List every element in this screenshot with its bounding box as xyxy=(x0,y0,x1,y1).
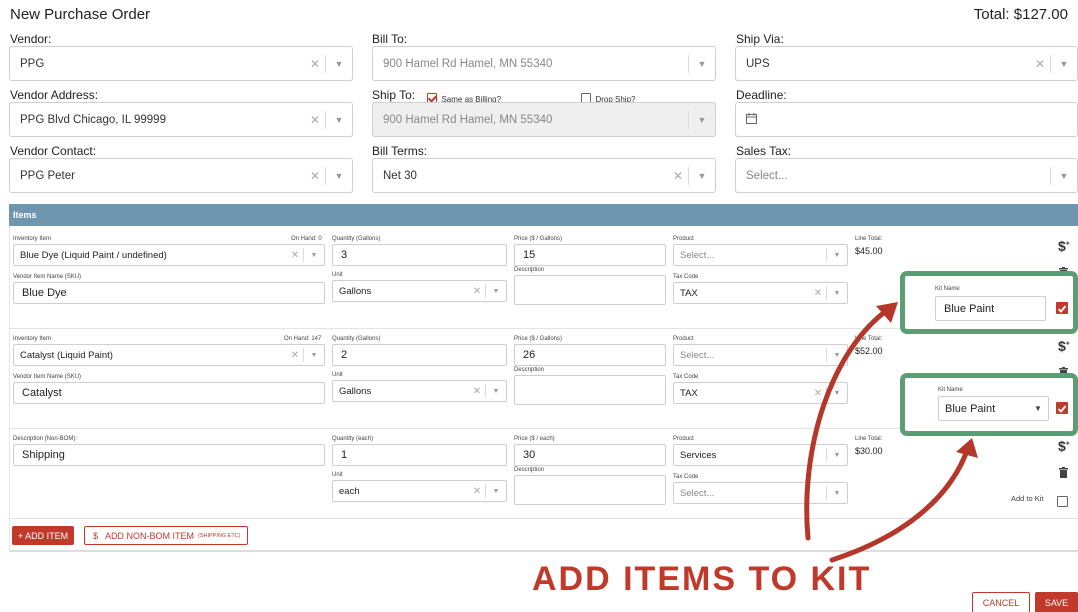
clear-icon[interactable]: ✕ xyxy=(305,57,325,71)
dollar-icon[interactable]: $+ xyxy=(1058,438,1070,454)
clear-icon[interactable]: ✕ xyxy=(469,386,485,397)
sales-tax-select[interactable]: Select... ▼ xyxy=(735,158,1078,193)
add-to-kit-label: Add to Kit xyxy=(1011,494,1044,503)
arrow-line xyxy=(829,445,971,563)
on-hand-count: On Hand: 0 xyxy=(291,236,322,242)
ship-to-select: 900 Hamel Rd Hamel, MN 55340 ▼ xyxy=(372,102,716,137)
bill-terms-select[interactable]: Net 30 ✕ ▼ xyxy=(372,158,716,193)
clear-icon[interactable]: ✕ xyxy=(668,169,688,183)
deadline-label: Deadline: xyxy=(736,88,787,102)
quantity-input[interactable]: 2 xyxy=(332,344,507,366)
on-hand-count: On Hand: 147 xyxy=(284,336,322,342)
clear-icon[interactable]: ✕ xyxy=(287,250,303,261)
ship-via-label: Ship Via: xyxy=(736,32,784,46)
arrow-head xyxy=(876,302,898,323)
non-bom-description-input[interactable]: Shipping xyxy=(13,444,325,466)
clear-icon[interactable]: ✕ xyxy=(469,286,485,297)
save-button[interactable]: SAVE xyxy=(1035,592,1078,612)
vendor-address-label: Vendor Address: xyxy=(10,88,99,102)
ship-to-label: Ship To: xyxy=(372,88,416,102)
vendor-select[interactable]: PPG ✕ ▼ xyxy=(9,46,353,81)
unit-select[interactable]: Gallons ✕ ▼ xyxy=(332,380,507,402)
description-input[interactable] xyxy=(514,475,666,505)
annotation-caption: ADD ITEMS TO KIT xyxy=(532,560,872,598)
vendor-contact-label: Vendor Contact: xyxy=(10,144,97,158)
trash-icon[interactable] xyxy=(1059,467,1068,478)
description-input[interactable] xyxy=(514,375,666,405)
chevron-down-icon[interactable]: ▼ xyxy=(326,59,352,69)
sku-input[interactable]: Catalyst xyxy=(13,382,325,404)
line-total: $45.00 xyxy=(855,246,883,256)
items-header: Items xyxy=(9,204,1078,226)
caret-down-icon[interactable]: ▼ xyxy=(1034,404,1048,413)
clear-icon[interactable]: ✕ xyxy=(469,486,485,497)
chevron-down-icon[interactable]: ▼ xyxy=(689,171,715,181)
annotation-arrows xyxy=(804,302,978,563)
item-row: Description (Non-BOM): Shipping Quantity… xyxy=(0,0,1078,508)
kit-checkbox-checked[interactable] xyxy=(1056,302,1068,314)
chevron-down-icon[interactable]: ▼ xyxy=(304,252,324,259)
chevron-down-icon[interactable]: ▼ xyxy=(486,388,506,395)
page-title: New Purchase Order xyxy=(10,6,151,23)
add-non-bom-item-button[interactable]: $ ADD NON-BOM ITEM (SHIPPING ETC) xyxy=(84,526,248,545)
add-item-button[interactable]: + ADD ITEM xyxy=(12,526,74,545)
cancel-button[interactable]: CANCEL xyxy=(972,592,1030,612)
vendor-contact-select[interactable]: PPG Peter ✕ ▼ xyxy=(9,158,353,193)
sku-input[interactable]: Blue Dye xyxy=(13,282,325,304)
quantity-input[interactable]: 1 xyxy=(332,444,507,466)
bill-to-label: Bill To: xyxy=(372,32,408,46)
check-icon xyxy=(1057,305,1067,313)
chevron-down-icon[interactable]: ▼ xyxy=(827,252,847,259)
dollar-icon[interactable]: $+ xyxy=(1058,238,1070,254)
chevron-down-icon[interactable]: ▼ xyxy=(486,288,506,295)
chevron-down-icon: ▼ xyxy=(697,114,707,125)
kit-checkbox-checked[interactable] xyxy=(1056,402,1068,414)
calendar-icon[interactable] xyxy=(746,112,1077,127)
arrow-head xyxy=(956,438,978,458)
quantity-input[interactable]: 3 xyxy=(332,244,507,266)
inventory-item-select[interactable]: Blue Dye (Liquid Paint / undefined) ✕ ▼ xyxy=(13,244,325,266)
clear-icon[interactable]: ✕ xyxy=(305,169,325,183)
chevron-down-icon[interactable]: ▼ xyxy=(304,352,324,359)
deadline-date-input[interactable] xyxy=(735,102,1078,137)
product-select[interactable]: Select... ▼ xyxy=(673,244,848,266)
ship-via-select[interactable]: UPS ✕ ▼ xyxy=(735,46,1078,81)
chevron-down-icon[interactable]: ▼ xyxy=(486,488,506,495)
clear-icon[interactable]: ✕ xyxy=(1030,57,1050,71)
unit-select[interactable]: Gallons ✕ ▼ xyxy=(332,280,507,302)
description-input[interactable] xyxy=(514,275,666,305)
chevron-down-icon[interactable]: ▼ xyxy=(326,115,352,125)
chevron-down-icon[interactable]: ▼ xyxy=(326,171,352,181)
add-to-kit-checkbox[interactable] xyxy=(1057,496,1068,508)
unit-select[interactable]: each ✕ ▼ xyxy=(332,480,507,502)
bill-to-select[interactable]: 900 Hamel Rd Hamel, MN 55340 ▼ xyxy=(372,46,716,81)
dollar-icon[interactable]: $+ xyxy=(1058,338,1070,354)
price-input[interactable]: 30 xyxy=(514,444,666,466)
chevron-down-icon[interactable]: ▼ xyxy=(689,59,715,69)
sales-tax-label: Sales Tax: xyxy=(736,144,792,158)
check-icon xyxy=(1057,405,1067,413)
chevron-down-icon[interactable]: ▼ xyxy=(1051,59,1077,69)
inventory-item-select[interactable]: Catalyst (Liquid Paint) ✕ ▼ xyxy=(13,344,325,366)
price-input[interactable]: 26 xyxy=(514,344,666,366)
vendor-address-select[interactable]: PPG Blvd Chicago, IL 99999 ✕ ▼ xyxy=(9,102,353,137)
price-input[interactable]: 15 xyxy=(514,244,666,266)
chevron-down-icon[interactable]: ▼ xyxy=(1051,171,1077,181)
order-total: Total: $127.00 xyxy=(973,6,1068,23)
arrow-line xyxy=(804,305,893,541)
bill-terms-label: Bill Terms: xyxy=(372,144,428,158)
clear-icon[interactable]: ✕ xyxy=(305,113,325,127)
dollar-icon: $ xyxy=(93,530,99,541)
vendor-label: Vendor: xyxy=(10,32,52,46)
clear-icon[interactable]: ✕ xyxy=(287,350,303,361)
